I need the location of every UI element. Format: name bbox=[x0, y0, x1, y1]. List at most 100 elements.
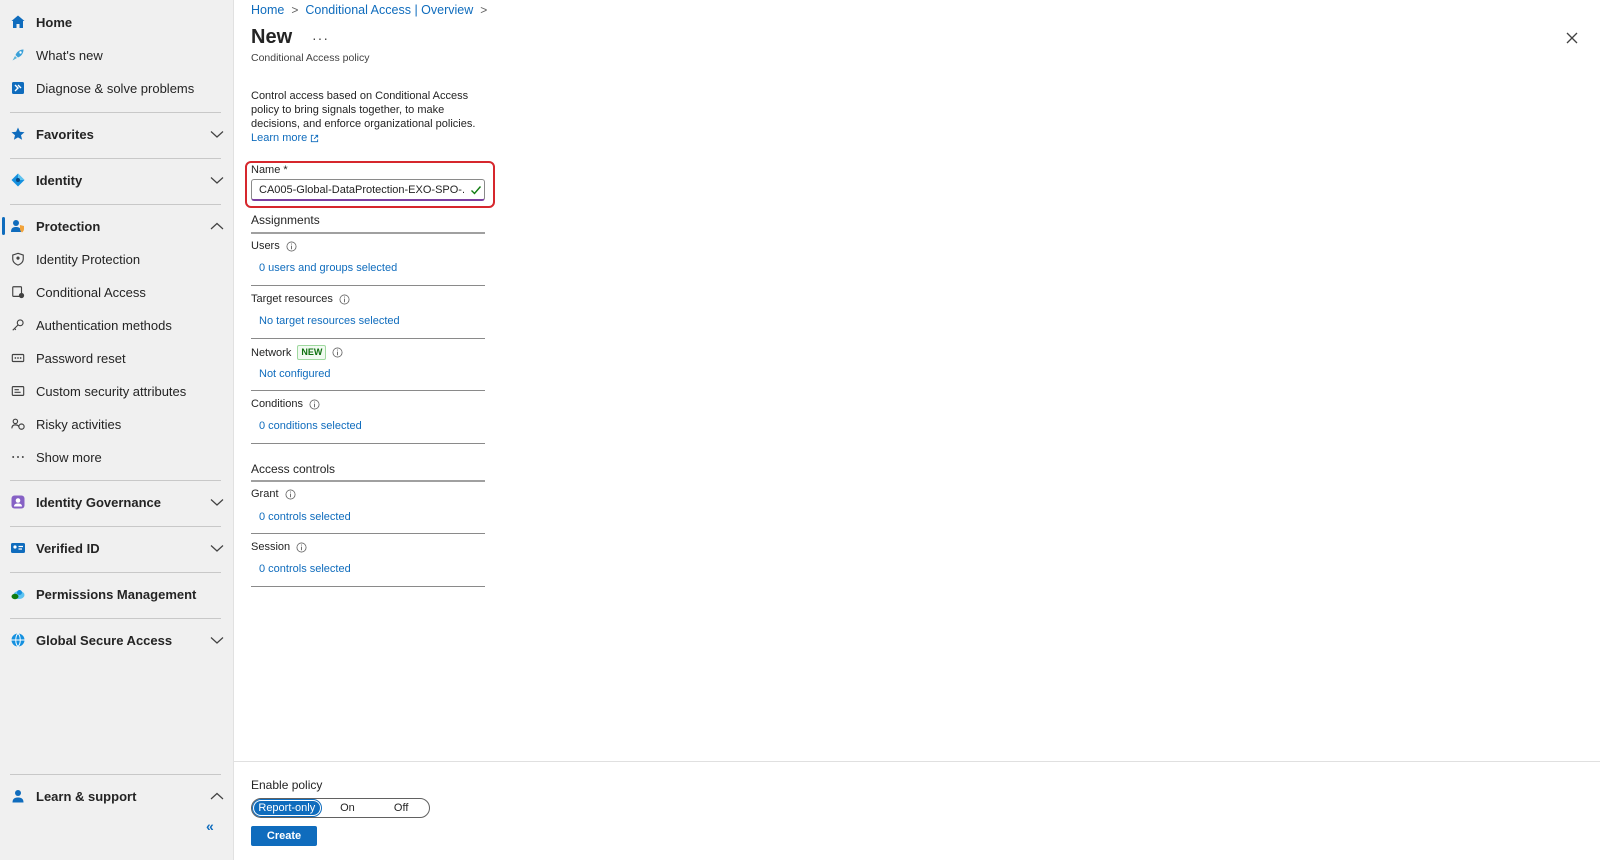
nav-divider bbox=[10, 480, 221, 481]
page-subtitle: Conditional Access policy bbox=[251, 52, 370, 64]
network-label-row: Network NEW bbox=[251, 345, 343, 360]
page-title: New bbox=[251, 26, 293, 48]
description-text: Control access based on Conditional Acce… bbox=[251, 90, 476, 130]
row-divider bbox=[251, 390, 485, 391]
row-divider bbox=[251, 338, 485, 339]
info-icon[interactable] bbox=[286, 241, 297, 252]
breadcrumb-ca-overview[interactable]: Conditional Access | Overview bbox=[305, 3, 473, 17]
risky-users-icon bbox=[10, 416, 26, 432]
nav-identity[interactable]: Identity bbox=[0, 164, 234, 196]
verified-id-icon bbox=[10, 540, 26, 556]
target-resources-label-row: Target resources bbox=[251, 293, 350, 305]
nav-divider bbox=[10, 526, 221, 527]
password-icon bbox=[10, 350, 26, 366]
row-divider bbox=[251, 533, 485, 534]
session-link[interactable]: 0 controls selected bbox=[259, 563, 351, 575]
nav-divider bbox=[10, 618, 221, 619]
target-resources-link[interactable]: No target resources selected bbox=[259, 315, 400, 327]
rocket-icon bbox=[10, 47, 26, 63]
toggle-report-only[interactable]: Report-only bbox=[252, 799, 322, 817]
users-label-row: Users bbox=[251, 240, 297, 252]
users-selection-link[interactable]: 0 users and groups selected bbox=[259, 262, 397, 274]
info-icon[interactable] bbox=[296, 542, 307, 553]
identity-diamond-icon bbox=[10, 172, 26, 188]
info-icon[interactable] bbox=[332, 347, 343, 358]
nav-permissions-management[interactable]: Permissions Management bbox=[0, 578, 234, 610]
nav-diagnose[interactable]: Diagnose & solve problems bbox=[0, 72, 234, 104]
toggle-on[interactable]: On bbox=[320, 801, 376, 815]
nav-favorites[interactable]: Favorites bbox=[0, 118, 234, 150]
nav-protection[interactable]: Protection bbox=[0, 210, 234, 242]
nav-identity-governance[interactable]: Identity Governance bbox=[0, 486, 234, 518]
user-shield-icon bbox=[10, 218, 26, 234]
nav-verified-id[interactable]: Verified ID bbox=[0, 532, 234, 564]
nav-identity-protection[interactable]: Identity Protection bbox=[0, 243, 234, 275]
session-label-row: Session bbox=[251, 541, 307, 553]
checkmark-icon bbox=[471, 186, 482, 195]
conditions-link[interactable]: 0 conditions selected bbox=[259, 420, 362, 432]
policy-description: Control access based on Conditional Acce… bbox=[251, 89, 481, 145]
nav-learn-support[interactable]: Learn & support bbox=[0, 780, 234, 812]
nav-risky-activities[interactable]: Risky activities bbox=[0, 408, 234, 440]
nav-home[interactable]: Home bbox=[0, 6, 234, 38]
more-options-button[interactable]: ··· bbox=[312, 30, 329, 46]
home-icon bbox=[10, 14, 26, 30]
create-button[interactable]: Create bbox=[251, 826, 317, 846]
info-icon[interactable] bbox=[339, 294, 350, 305]
footer-divider bbox=[234, 761, 1600, 762]
nav-conditional-access[interactable]: Conditional Access bbox=[0, 276, 234, 308]
support-person-icon bbox=[10, 788, 26, 804]
learn-more-link[interactable]: Learn more bbox=[251, 131, 319, 145]
chevron-right-icon: > bbox=[480, 3, 488, 17]
nav-divider bbox=[10, 774, 221, 775]
section-divider bbox=[251, 232, 485, 234]
row-divider bbox=[251, 586, 485, 587]
new-badge: NEW bbox=[297, 345, 327, 360]
name-label: Name * bbox=[251, 164, 288, 176]
learn-more-label: Learn more bbox=[251, 132, 308, 144]
collapse-sidebar-button[interactable]: « bbox=[206, 818, 222, 834]
assignments-heading: Assignments bbox=[251, 213, 320, 227]
users-label: Users bbox=[251, 240, 280, 252]
chevron-down-icon bbox=[210, 545, 224, 552]
info-icon[interactable] bbox=[285, 489, 296, 500]
close-icon bbox=[1566, 32, 1578, 44]
attributes-icon bbox=[10, 383, 26, 399]
nav-global-secure-access[interactable]: Global Secure Access bbox=[0, 624, 234, 656]
double-chevron-left-icon: « bbox=[206, 818, 214, 834]
nav-divider bbox=[10, 158, 221, 159]
nav-authentication-methods[interactable]: Authentication methods bbox=[0, 309, 234, 341]
more-dots-icon bbox=[10, 449, 26, 465]
nav-show-more[interactable]: Show more bbox=[0, 441, 234, 473]
chevron-right-icon: > bbox=[291, 3, 299, 17]
close-button[interactable] bbox=[1564, 30, 1580, 46]
governance-icon bbox=[10, 494, 26, 510]
toggle-off[interactable]: Off bbox=[375, 801, 427, 815]
cloud-icon bbox=[10, 586, 26, 602]
grant-link[interactable]: 0 controls selected bbox=[259, 511, 351, 523]
chevron-down-icon bbox=[210, 637, 224, 644]
breadcrumb: Home > Conditional Access | Overview > bbox=[251, 3, 494, 17]
shield-icon bbox=[10, 251, 26, 267]
grant-label: Grant bbox=[251, 488, 279, 500]
left-navigation: Home What's new Diagnose & solve problem… bbox=[0, 0, 234, 860]
globe-icon bbox=[10, 632, 26, 648]
policy-name-input[interactable] bbox=[251, 179, 485, 201]
nav-divider bbox=[10, 204, 221, 205]
nav-password-reset[interactable]: Password reset bbox=[0, 342, 234, 374]
network-label: Network bbox=[251, 346, 292, 359]
nav-divider bbox=[10, 112, 221, 113]
main-content: Home > Conditional Access | Overview > N… bbox=[234, 0, 1600, 860]
conditions-label-row: Conditions bbox=[251, 398, 320, 410]
section-divider bbox=[251, 480, 485, 482]
nav-whats-new[interactable]: What's new bbox=[0, 39, 234, 71]
info-icon[interactable] bbox=[309, 399, 320, 410]
row-divider bbox=[251, 443, 485, 444]
session-label: Session bbox=[251, 541, 291, 553]
breadcrumb-home[interactable]: Home bbox=[251, 3, 284, 17]
network-link[interactable]: Not configured bbox=[259, 368, 331, 380]
chevron-down-icon bbox=[210, 177, 224, 184]
enable-policy-label: Enable policy bbox=[251, 778, 323, 792]
target-resources-label: Target resources bbox=[251, 293, 333, 305]
nav-custom-security-attributes[interactable]: Custom security attributes bbox=[0, 375, 234, 407]
